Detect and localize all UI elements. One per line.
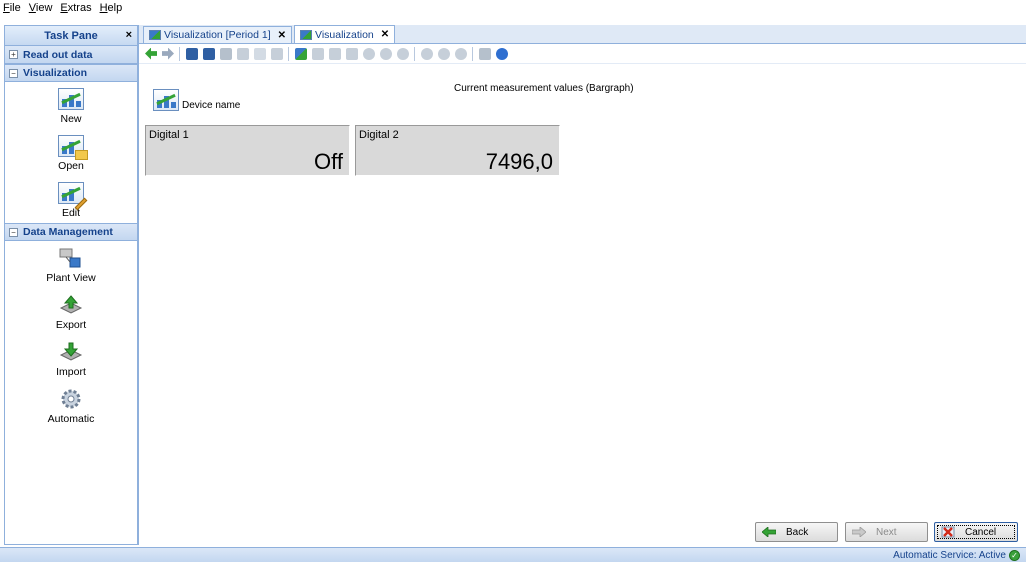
tile-label: Digital 2 (359, 129, 399, 141)
tile-value: Off (314, 149, 343, 174)
toolbar-separator (288, 46, 289, 61)
visualization-icon (300, 29, 313, 40)
copy-icon[interactable] (237, 47, 249, 60)
task-export[interactable]: Export (5, 288, 137, 335)
pin-icon[interactable] (329, 47, 341, 60)
back-button[interactable]: Back (755, 522, 838, 542)
task-pane-close-icon[interactable]: × (126, 29, 132, 41)
cancel-label: Cancel (965, 526, 997, 538)
menu-view[interactable]: View (29, 2, 53, 14)
collapse-icon[interactable]: − (9, 227, 18, 237)
service-active-icon: ✓ (1009, 549, 1020, 561)
arrow-right-icon (852, 527, 866, 537)
task-plant-view[interactable]: Plant View (5, 241, 137, 288)
edit-icon[interactable] (346, 47, 358, 60)
tile-label: Digital 1 (149, 129, 189, 141)
arrow-left-icon[interactable] (145, 47, 157, 60)
measurement-tile-digital-1[interactable]: Digital 1 Off (145, 125, 350, 176)
panel-title: Current measurement values (Bargraph) (454, 83, 634, 94)
task-pane: Task Pane × + Read out data − Visualizat… (4, 25, 138, 545)
toolbar-separator (179, 46, 180, 61)
settings-3-icon[interactable] (455, 47, 467, 60)
task-pane-header: Task Pane × (5, 26, 137, 46)
cancel-button[interactable]: Cancel (934, 522, 1018, 542)
gear-icon (61, 389, 81, 409)
save-as-icon[interactable] (203, 47, 215, 60)
tab-close-icon[interactable]: ✕ (278, 30, 286, 41)
zoom-in-icon[interactable] (363, 47, 375, 60)
section-title: Data Management (23, 226, 113, 238)
edit-chart-icon (58, 182, 88, 211)
arrow-left-icon (762, 527, 776, 537)
content-area: Visualization [Period 1] ✕ Visualization… (138, 25, 1026, 545)
next-button[interactable]: Next (845, 522, 928, 542)
tile-value: 7496,0 (485, 149, 553, 174)
help-icon[interactable] (496, 47, 508, 60)
properties-icon[interactable] (271, 47, 283, 60)
tab-label: Visualization (315, 28, 374, 41)
section-title: Visualization (23, 67, 87, 79)
expand-icon[interactable]: + (9, 50, 18, 59)
task-automatic[interactable]: Automatic (5, 382, 137, 429)
edit-document-icon[interactable] (479, 47, 491, 60)
task-import[interactable]: Import (5, 335, 137, 382)
arrow-right-icon[interactable] (162, 47, 174, 60)
import-icon (59, 342, 83, 361)
export-icon (59, 295, 83, 314)
task-pane-title: Task Pane (44, 29, 98, 42)
task-label: Export (55, 319, 87, 331)
tab-visualization[interactable]: Visualization ✕ (294, 25, 396, 43)
marker-icon[interactable] (312, 47, 324, 60)
visualization-icon (149, 30, 161, 40)
section-visualization[interactable]: − Visualization (5, 64, 137, 82)
tab-strip: Visualization [Period 1] ✕ Visualization… (139, 25, 1026, 44)
zoom-out-icon[interactable] (380, 47, 392, 60)
task-new[interactable]: New (5, 82, 137, 129)
task-label: Plant View (46, 272, 96, 284)
device-name: Device name (182, 100, 241, 111)
page-icon[interactable] (254, 47, 266, 60)
task-label: Automatic (47, 413, 95, 425)
cancel-icon (941, 526, 955, 538)
section-read-out-data[interactable]: + Read out data (5, 46, 137, 64)
task-label: New (60, 113, 82, 125)
status-bar: Automatic Service: Active ✓ (0, 547, 1026, 562)
chart-icon[interactable] (295, 47, 307, 60)
settings-2-icon[interactable] (438, 47, 450, 60)
print-icon[interactable] (220, 47, 232, 60)
back-label: Back (786, 526, 809, 538)
tab-label: Visualization [Period 1] (164, 29, 271, 41)
task-open[interactable]: Open (5, 129, 137, 176)
task-label: Open (58, 160, 84, 172)
open-chart-icon (58, 135, 88, 160)
menu-help[interactable]: Help (100, 2, 123, 14)
new-chart-icon (58, 88, 84, 110)
menu-file[interactable]: File (3, 2, 21, 14)
zoom-fit-icon[interactable] (397, 47, 409, 60)
next-label: Next (876, 526, 897, 538)
settings-icon[interactable] (421, 47, 433, 60)
tab-close-icon[interactable]: ✕ (381, 29, 389, 40)
section-data-management[interactable]: − Data Management (5, 223, 137, 241)
status-text: Automatic Service: Active (893, 549, 1006, 561)
device-icon (153, 89, 179, 111)
task-label: Import (56, 366, 86, 378)
save-icon[interactable] (186, 47, 198, 60)
visualization-panel: Current measurement values (Bargraph) De… (139, 65, 1026, 545)
toolbar-separator (472, 46, 473, 61)
measurement-tile-digital-2[interactable]: Digital 2 7496,0 (355, 125, 560, 176)
plant-view-icon (59, 248, 81, 268)
device-header: Device name (153, 89, 240, 111)
collapse-icon[interactable]: − (9, 68, 18, 78)
toolbar-separator (414, 46, 415, 61)
menu-extras[interactable]: Extras (60, 2, 91, 14)
task-edit[interactable]: Edit (5, 176, 137, 223)
menu-bar: File View Extras Help (0, 0, 1026, 15)
section-title: Read out data (23, 48, 93, 61)
toolbar (139, 44, 1026, 64)
tab-visualization-period-1[interactable]: Visualization [Period 1] ✕ (143, 26, 293, 43)
